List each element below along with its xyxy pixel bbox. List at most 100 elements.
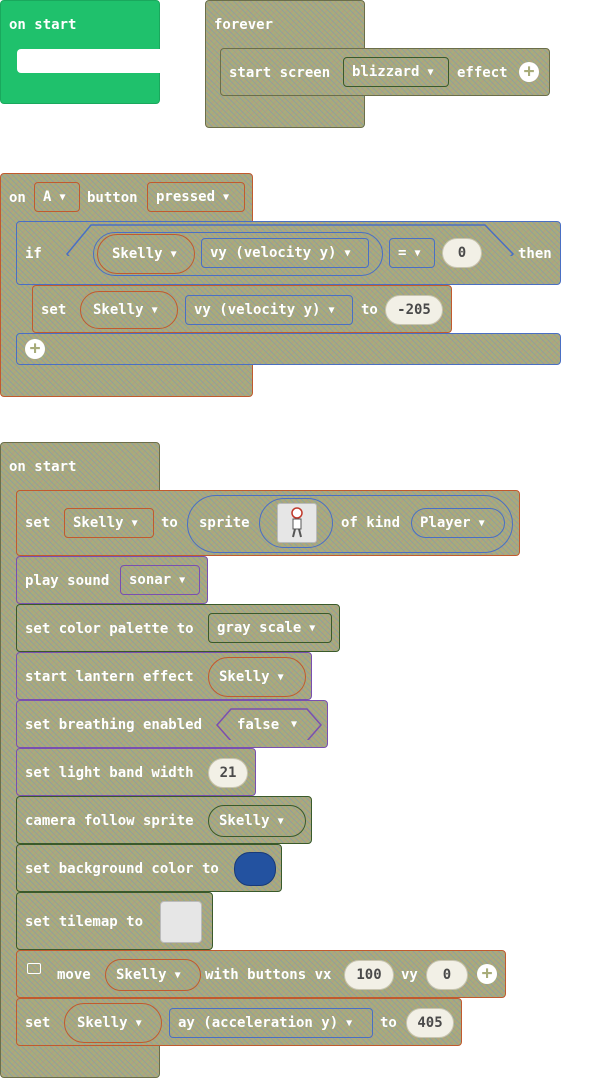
play-sound-block[interactable]: play sound sonar ▼ bbox=[16, 556, 208, 604]
chevron-down-icon: ▼ bbox=[174, 969, 181, 981]
tilemap-slot[interactable] bbox=[160, 901, 202, 943]
vy-label: vy bbox=[401, 967, 418, 983]
light-band-label: set light band width bbox=[25, 765, 194, 781]
chevron-down-icon: ▼ bbox=[151, 304, 158, 316]
if-block[interactable]: if Skelly ▼ vy (velocity y) ▼ = ▼ 0 then bbox=[16, 221, 561, 285]
chevron-down-icon: ▼ bbox=[344, 247, 351, 259]
variable-dropdown[interactable]: Skelly ▼ bbox=[64, 508, 154, 538]
accel-sprite-value: Skelly bbox=[77, 1015, 128, 1031]
sound-value: sonar bbox=[129, 572, 172, 588]
sprite-label: sprite bbox=[199, 515, 250, 531]
on-start-block[interactable]: on start bbox=[0, 0, 161, 104]
button-dropdown[interactable]: A ▼ bbox=[34, 182, 80, 212]
chevron-down-icon: ▼ bbox=[309, 622, 316, 634]
chevron-down-icon: ▼ bbox=[328, 304, 335, 316]
set-sprite-block[interactable]: set Skelly ▼ to sprite of kind Player ▼ bbox=[16, 490, 520, 556]
effect-label: effect bbox=[457, 65, 508, 81]
effect-dropdown[interactable]: blizzard ▼ bbox=[343, 57, 449, 87]
move-label: move bbox=[57, 967, 91, 983]
background-color-block[interactable]: set background color to bbox=[16, 844, 282, 892]
lantern-effect-block[interactable]: start lantern effect Skelly ▼ bbox=[16, 652, 312, 700]
color-palette-label: set color palette to bbox=[25, 621, 194, 637]
set-label: set bbox=[25, 515, 51, 531]
camera-sprite-value: Skelly bbox=[219, 813, 270, 829]
start-screen-label: start screen bbox=[229, 65, 331, 81]
breathing-block[interactable]: set breathing enabled false ▼ bbox=[16, 700, 328, 748]
accel-value[interactable]: 405 bbox=[406, 1008, 454, 1038]
chevron-down-icon: ▼ bbox=[131, 517, 138, 529]
palette-value: gray scale bbox=[217, 620, 302, 636]
if-footer: + bbox=[16, 333, 561, 365]
accel-property-value: ay (acceleration y) bbox=[178, 1015, 339, 1031]
lantern-label: start lantern effect bbox=[25, 669, 194, 685]
vx-value[interactable]: 100 bbox=[344, 960, 394, 990]
add-icon[interactable]: + bbox=[25, 339, 45, 359]
set-property-dropdown[interactable]: vy (velocity y) ▼ bbox=[185, 295, 353, 325]
chevron-down-icon: ▼ bbox=[346, 1017, 353, 1029]
button-value: A bbox=[43, 189, 52, 205]
sprite-value: Skelly bbox=[112, 246, 163, 262]
if-label: if bbox=[25, 246, 42, 262]
event-dropdown[interactable]: pressed ▼ bbox=[147, 182, 245, 212]
move-sprite-value: Skelly bbox=[116, 967, 167, 983]
breathing-label: set breathing enabled bbox=[25, 717, 203, 733]
compare-value[interactable]: 0 bbox=[442, 238, 482, 268]
set-velocity-block[interactable]: set Skelly ▼ vy (velocity y) ▼ to -205 bbox=[32, 285, 452, 333]
chevron-down-icon: ▼ bbox=[427, 66, 434, 78]
vy-value[interactable]: 0 bbox=[426, 960, 468, 990]
chevron-down-icon: ▼ bbox=[478, 517, 485, 529]
kind-dropdown[interactable]: Player ▼ bbox=[411, 508, 505, 538]
operator-dropdown[interactable]: = ▼ bbox=[389, 238, 435, 268]
start-screen-effect-block[interactable]: start screen blizzard ▼ effect + bbox=[220, 48, 550, 96]
color-swatch[interactable] bbox=[234, 852, 276, 886]
move-sprite-pill[interactable]: Skelly ▼ bbox=[105, 959, 201, 991]
empty-slot bbox=[17, 49, 161, 73]
add-icon[interactable]: + bbox=[519, 62, 539, 82]
light-band-value[interactable]: 21 bbox=[208, 758, 248, 788]
tilemap-label: set tilemap to bbox=[25, 914, 144, 930]
set-label: set bbox=[41, 302, 67, 318]
lantern-sprite-pill[interactable]: Skelly ▼ bbox=[208, 657, 306, 697]
on-start-main-label: on start bbox=[9, 459, 77, 475]
variable-value: Skelly bbox=[73, 515, 124, 531]
chevron-down-icon: ▼ bbox=[170, 248, 177, 260]
sprite-pill[interactable]: Skelly ▼ bbox=[97, 234, 195, 274]
background-color-label: set background color to bbox=[25, 861, 219, 877]
set-acceleration-block[interactable]: set Skelly ▼ ay (acceleration y) ▼ to 405 bbox=[16, 998, 462, 1046]
set-value[interactable]: -205 bbox=[385, 295, 443, 325]
color-palette-block[interactable]: set color palette to gray scale ▼ bbox=[16, 604, 340, 652]
tilemap-block[interactable]: set tilemap to bbox=[16, 892, 213, 950]
play-sound-label: play sound bbox=[25, 573, 110, 589]
to-label: to bbox=[361, 302, 378, 318]
property-value: vy (velocity y) bbox=[210, 245, 337, 261]
effect-dropdown-value: blizzard bbox=[352, 64, 420, 80]
light-band-block[interactable]: set light band width 21 bbox=[16, 748, 256, 796]
controller-icon bbox=[27, 963, 41, 974]
set-sprite-value: Skelly bbox=[93, 302, 144, 318]
kind-value: Player bbox=[420, 515, 471, 531]
camera-label: camera follow sprite bbox=[25, 813, 194, 829]
accel-property-dropdown[interactable]: ay (acceleration y) ▼ bbox=[169, 1008, 373, 1038]
add-icon[interactable]: + bbox=[477, 964, 497, 984]
then-label: then bbox=[518, 246, 552, 262]
move-block[interactable]: move Skelly ▼ with buttons vx 100 vy 0 + bbox=[16, 950, 506, 998]
of-kind-label: of kind bbox=[341, 515, 401, 531]
on-label: on bbox=[9, 190, 26, 206]
palette-dropdown[interactable]: gray scale ▼ bbox=[208, 613, 332, 643]
with-buttons-label: with buttons vx bbox=[205, 967, 332, 983]
property-dropdown[interactable]: vy (velocity y) ▼ bbox=[201, 238, 369, 268]
on-start-label: on start bbox=[9, 17, 77, 33]
sprite-image-slot[interactable] bbox=[259, 498, 333, 548]
chevron-down-icon: ▼ bbox=[223, 191, 230, 203]
set-property-value: vy (velocity y) bbox=[194, 302, 321, 318]
camera-sprite-pill[interactable]: Skelly ▼ bbox=[208, 805, 306, 837]
forever-label: forever bbox=[214, 17, 274, 33]
breathing-value[interactable]: false bbox=[237, 717, 279, 733]
camera-follow-block[interactable]: camera follow sprite Skelly ▼ bbox=[16, 796, 312, 844]
chevron-down-icon: ▼ bbox=[414, 247, 421, 259]
set-sprite-pill[interactable]: Skelly ▼ bbox=[80, 291, 178, 329]
operator-value: = bbox=[398, 245, 407, 261]
sound-dropdown[interactable]: sonar ▼ bbox=[120, 565, 200, 595]
button-label: button bbox=[87, 190, 138, 206]
accel-sprite-pill[interactable]: Skelly ▼ bbox=[64, 1003, 162, 1043]
